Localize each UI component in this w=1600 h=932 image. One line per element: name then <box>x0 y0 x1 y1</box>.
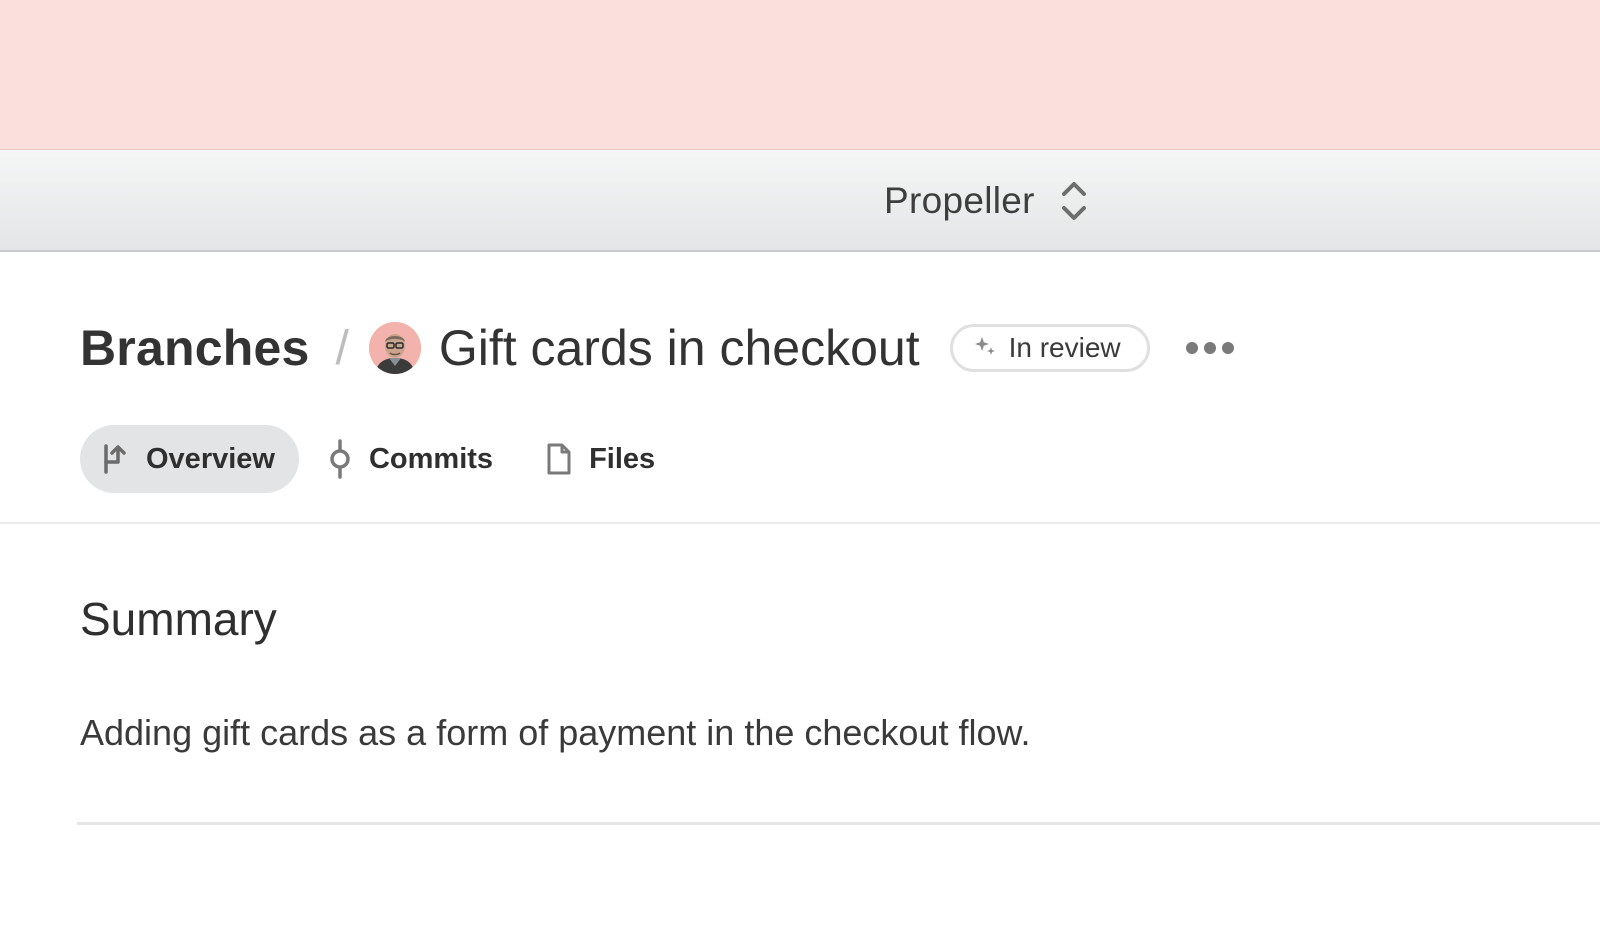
tab-files[interactable]: Files <box>525 425 679 493</box>
tab-files-label: Files <box>589 442 656 475</box>
breadcrumb-branches-link[interactable]: Branches <box>80 319 309 377</box>
breadcrumb-separator: / <box>335 321 349 375</box>
tab-overview-label: Overview <box>146 442 275 475</box>
top-banner <box>0 0 1600 150</box>
tab-commits-label: Commits <box>368 442 494 475</box>
sparkle-icon <box>973 334 997 363</box>
page-header: Branches / Gift cards in checkout In rev… <box>80 316 1238 380</box>
status-label: In review <box>1008 332 1121 363</box>
chevron-up-down-icon <box>1061 179 1087 223</box>
branch-merge-icon <box>100 442 130 476</box>
divider <box>0 522 1600 524</box>
commit-icon <box>327 439 353 479</box>
project-name: Propeller <box>884 180 1035 221</box>
branch-title: Gift cards in checkout <box>438 320 920 376</box>
divider <box>77 822 1600 825</box>
tab-commits[interactable]: Commits <box>307 425 517 493</box>
file-icon <box>545 442 573 476</box>
tab-overview[interactable]: Overview <box>80 425 299 493</box>
branch-tabs: Overview Commits Files <box>80 425 679 493</box>
status-badge[interactable]: In review <box>949 324 1150 372</box>
project-switcher[interactable]: Propeller <box>884 175 1087 227</box>
summary-heading: Summary <box>80 593 277 645</box>
summary-text: Adding gift cards as a form of payment i… <box>80 712 1031 753</box>
title-bar: Propeller <box>0 150 1600 252</box>
app-window: Propeller Branches / Gift cards in check… <box>0 0 1600 932</box>
branch-page: Branches / Gift cards in checkout In rev… <box>0 252 1600 932</box>
more-options-button[interactable] <box>1182 328 1238 368</box>
avatar <box>368 322 421 374</box>
ellipsis-icon <box>1185 342 1198 354</box>
